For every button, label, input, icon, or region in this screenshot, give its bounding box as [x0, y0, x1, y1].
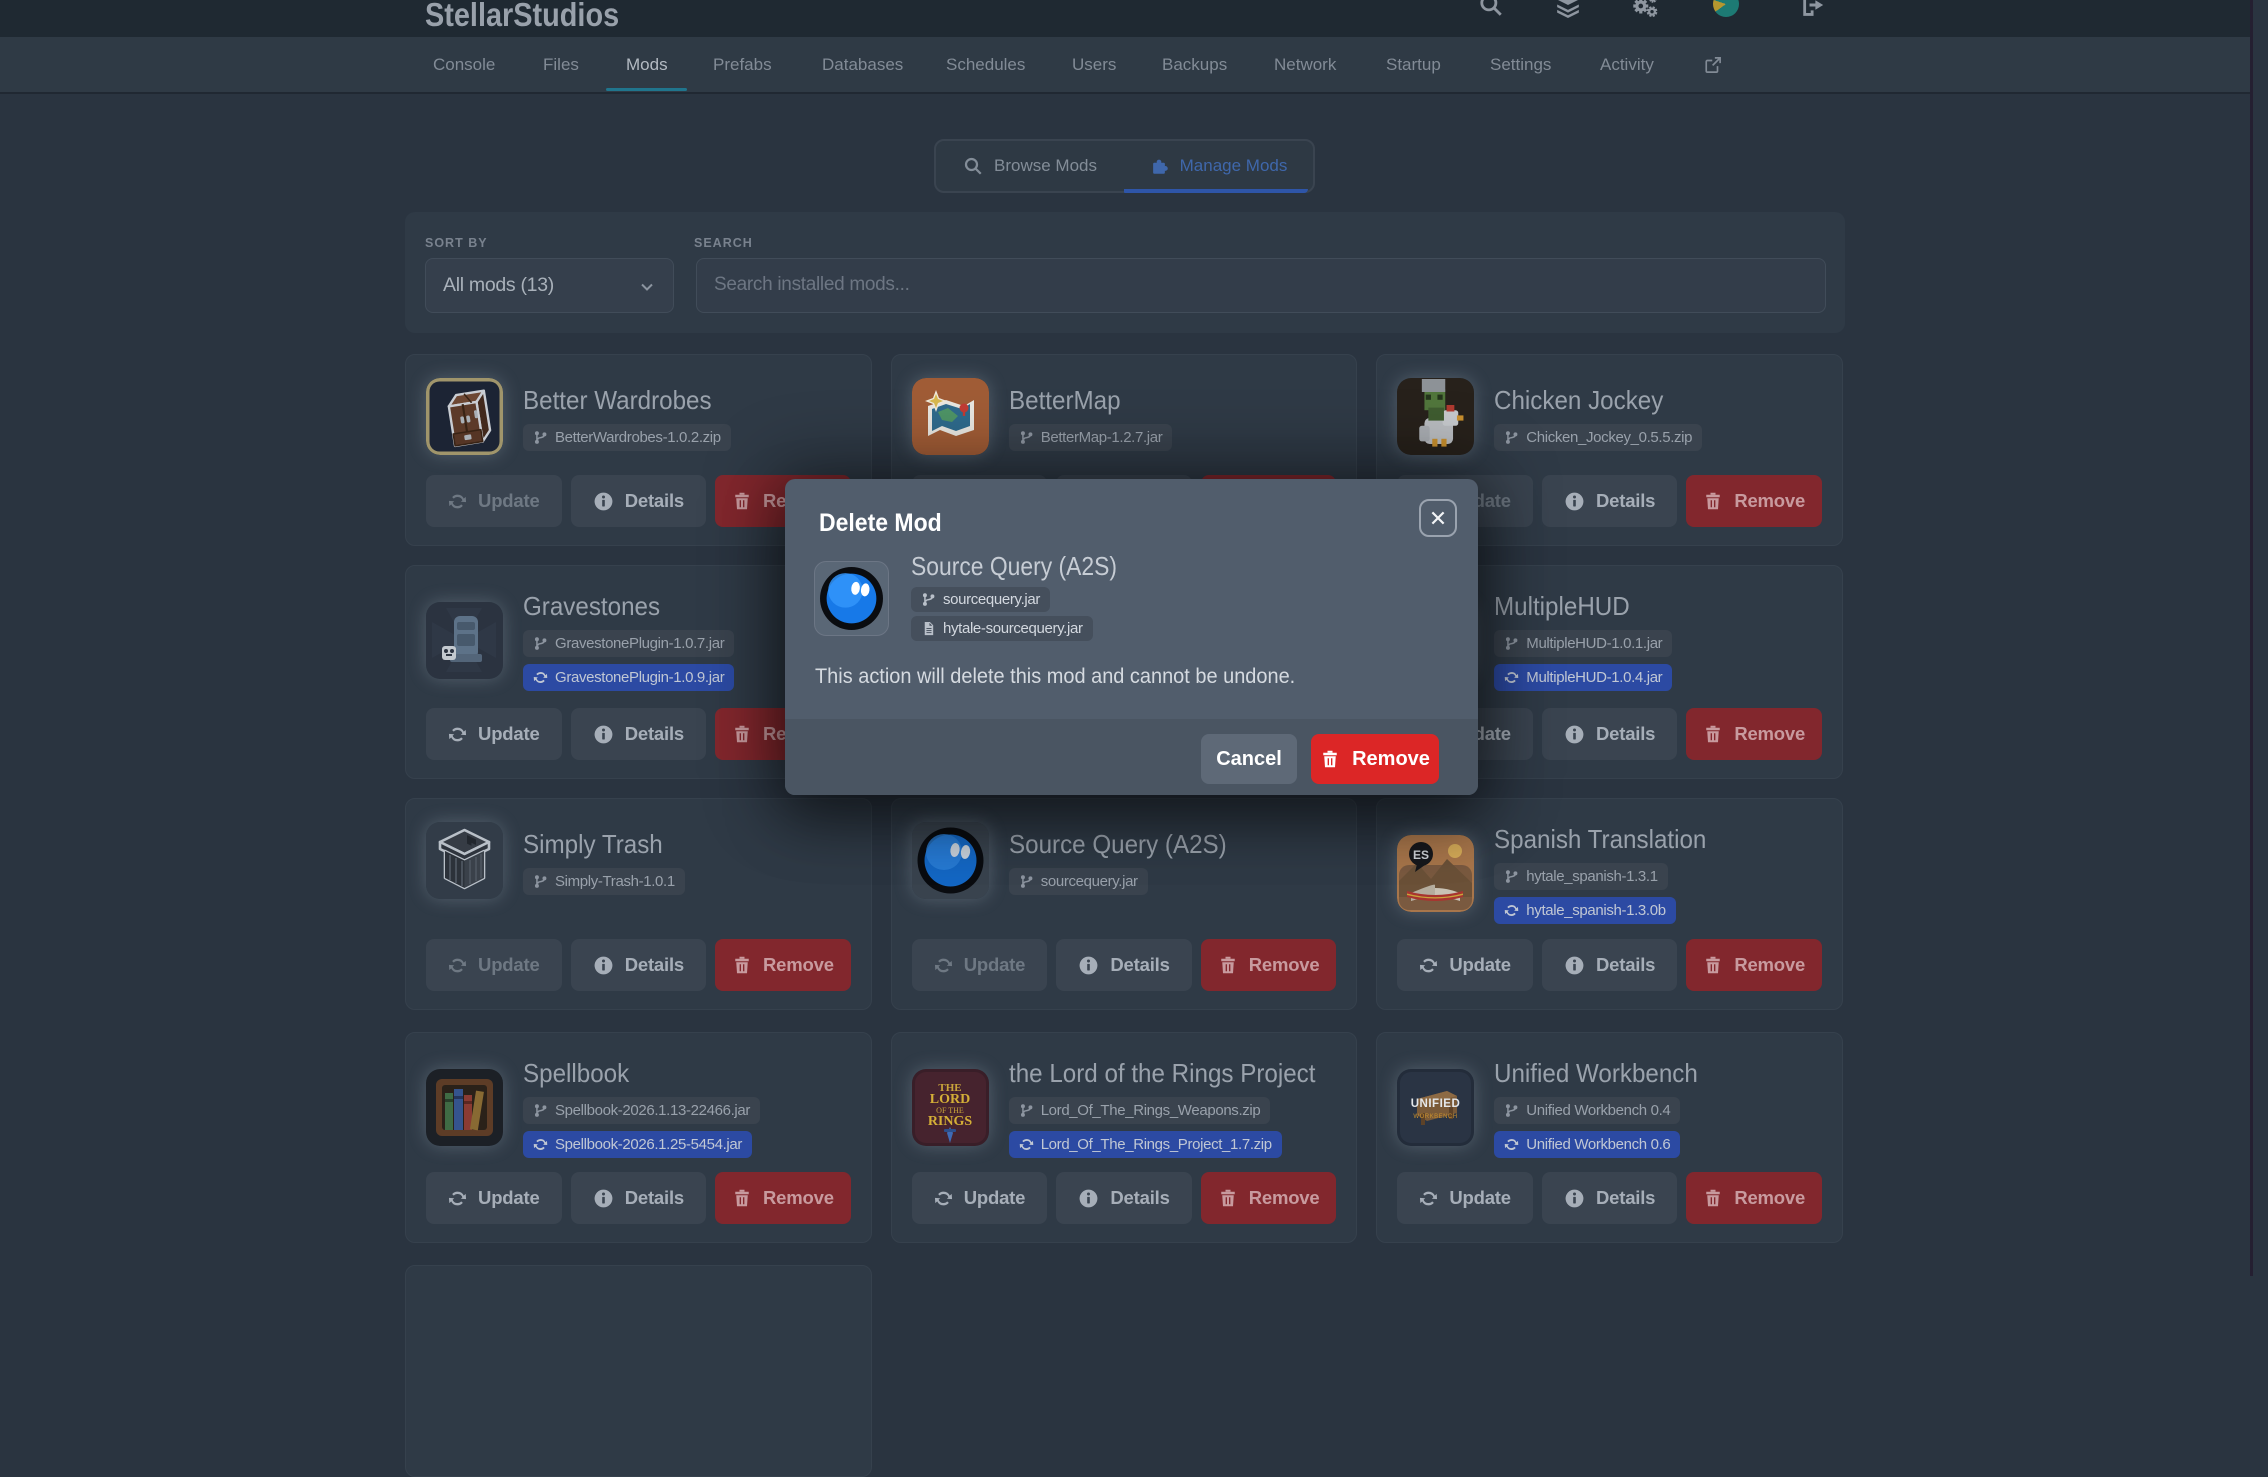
- svg-text:LORD: LORD: [929, 1092, 969, 1107]
- svg-text:UNIFIED: UNIFIED: [1411, 1098, 1461, 1110]
- svg-text:ES: ES: [1413, 848, 1429, 862]
- svg-text:WORKBENCH: WORKBENCH: [1414, 1114, 1458, 1120]
- svg-text:RINGS: RINGS: [928, 1114, 973, 1129]
